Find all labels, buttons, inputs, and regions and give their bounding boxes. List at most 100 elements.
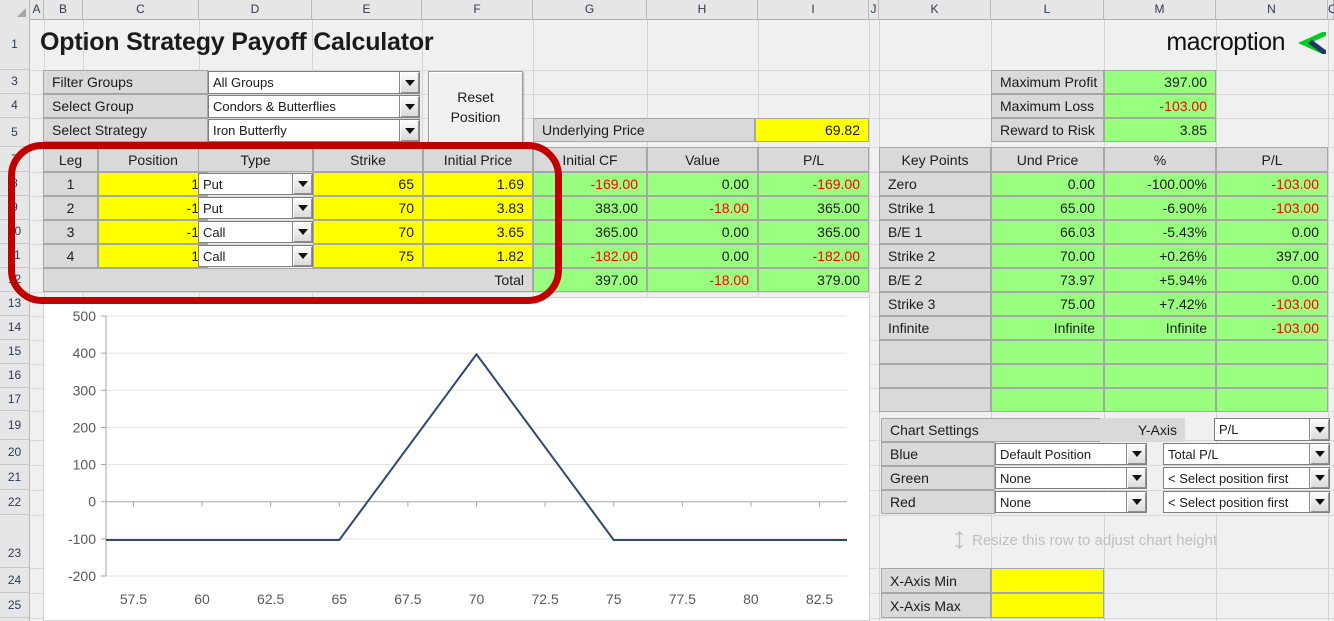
column-header-j[interactable]: J [869, 0, 879, 19]
chart-xtick-label: 72.5 [531, 591, 558, 607]
chevron-down-icon[interactable] [292, 246, 312, 266]
chevron-down-icon[interactable] [1126, 444, 1146, 464]
row-header-16[interactable]: 16 [0, 364, 29, 388]
column-header-e[interactable]: E [312, 0, 422, 19]
row-header-14[interactable]: 14 [0, 316, 29, 340]
row-header-17[interactable]: 17 [0, 388, 29, 411]
series-position-select-2[interactable]: None [995, 491, 1147, 513]
series-color-label-0: Blue [881, 442, 995, 466]
leg-initial-price-input-4[interactable]: 1.82 [423, 244, 533, 268]
series-position-select-0[interactable]: Default Position [995, 443, 1147, 465]
row-header-5[interactable]: 5 [0, 118, 29, 147]
legs-header-0: Leg [43, 147, 98, 172]
column-header-f[interactable]: F [422, 0, 533, 19]
chevron-down-icon[interactable] [1126, 468, 1146, 488]
leg-position-input-3[interactable]: -1 [98, 220, 208, 244]
leg-position-input-4[interactable]: 1 [98, 244, 208, 268]
chevron-down-icon[interactable] [292, 174, 312, 194]
xaxis-min-input[interactable] [991, 568, 1104, 593]
chevron-down-icon[interactable] [292, 222, 312, 242]
chevron-down-icon[interactable] [1126, 492, 1146, 512]
row-header-23[interactable]: 23 [0, 540, 29, 568]
row-header-24[interactable]: 24 [0, 568, 29, 593]
row-header-22[interactable]: 22 [0, 490, 29, 515]
row-header-4[interactable]: 4 [0, 94, 29, 118]
series-metric-select-2[interactable]: < Select position first [1163, 491, 1330, 513]
row-header-12[interactable]: 12 [0, 268, 29, 292]
series-position-select-1[interactable]: None [995, 467, 1147, 489]
filter-groups-select[interactable]: All Groups [208, 71, 420, 94]
resize-vertical-icon [955, 531, 964, 549]
leg-type-select-4[interactable]: Call [198, 245, 313, 267]
select-strategy-select[interactable]: Iron Butterfly [208, 119, 420, 142]
column-header-m[interactable]: M [1104, 0, 1216, 19]
leg-position-input-1[interactable]: 1 [98, 172, 208, 196]
row-header-bar[interactable]: 1 3 4 5 7 8 9 10 11 12 13 14 15 16 17 19 20 21 22 23 24 25 [0, 19, 30, 621]
column-header-h[interactable]: H [647, 0, 758, 19]
row-header-9[interactable]: 9 [0, 196, 29, 220]
series-metric-select-1[interactable]: < Select position first [1163, 467, 1330, 489]
chevron-down-icon[interactable] [399, 96, 419, 117]
column-header-b[interactable]: B [44, 0, 83, 19]
chart-ytick-label: 0 [88, 494, 96, 510]
leg-initial-price-input-1[interactable]: 1.69 [423, 172, 533, 196]
leg-type-select-3[interactable]: Call [198, 221, 313, 243]
reset-position-button[interactable]: Reset Position [428, 71, 523, 143]
row-header-8[interactable]: 8 [0, 172, 29, 196]
xaxis-min-label: X-Axis Min [881, 568, 991, 593]
column-header-i[interactable]: I [758, 0, 869, 19]
row-header-11[interactable]: 11 [0, 244, 29, 268]
select-group-select[interactable]: Condors & Butterflies [208, 95, 420, 118]
leg-strike-input-1[interactable]: 65 [313, 172, 423, 196]
row-header-13[interactable]: 13 [0, 292, 29, 316]
y-axis-select[interactable]: P/L [1214, 418, 1330, 441]
leg-type-select-2[interactable]: Put [198, 197, 313, 219]
row-header-21[interactable]: 21 [0, 465, 29, 490]
resize-row-hint-text: Resize this row to adjust chart height [972, 531, 1218, 549]
key-point-name-8 [879, 364, 991, 388]
column-header-k[interactable]: K [879, 0, 991, 19]
row-header-7[interactable]: 7 [0, 147, 29, 172]
chevron-down-icon[interactable] [1309, 419, 1329, 440]
leg-pl-4: -182.00 [758, 244, 869, 268]
column-header-g[interactable]: G [533, 0, 647, 19]
key-point-und-price-1: 65.00 [991, 196, 1104, 220]
chevron-down-icon[interactable] [1309, 468, 1329, 488]
column-header-l[interactable]: L [991, 0, 1104, 19]
row-header-3[interactable]: 3 [0, 70, 29, 94]
row-header-19[interactable]: 19 [0, 411, 29, 440]
chevron-down-icon[interactable] [1309, 492, 1329, 512]
column-header-a[interactable]: A [30, 0, 44, 19]
column-header-o[interactable]: O [1328, 0, 1334, 19]
chevron-down-icon[interactable] [399, 120, 419, 141]
series-position-select-2-value: None [1000, 494, 1032, 510]
leg-strike-input-3[interactable]: 70 [313, 220, 423, 244]
chart-xtick-label: 62.5 [257, 591, 284, 607]
leg-position-input-2[interactable]: -1 [98, 196, 208, 220]
underlying-price-input[interactable]: 69.82 [755, 118, 869, 142]
chevron-down-icon[interactable] [1309, 444, 1329, 464]
series-metric-select-0[interactable]: Total P/L [1163, 443, 1330, 465]
row-header-15[interactable]: 15 [0, 340, 29, 364]
leg-initial-price-input-2[interactable]: 3.83 [423, 196, 533, 220]
row-header-10[interactable]: 10 [0, 220, 29, 244]
leg-type-select-1[interactable]: Put [198, 173, 313, 195]
resize-row-hint: Resize this row to adjust chart height [953, 531, 1217, 549]
leg-initial-price-input-3[interactable]: 3.65 [423, 220, 533, 244]
payoff-chart: 500 400 300 200 100 0 -100 -200 57.5 60 62.5 65 67.5… [43, 297, 870, 621]
column-header-d[interactable]: D [199, 0, 312, 19]
chevron-down-icon[interactable] [292, 198, 312, 218]
row-header-25[interactable]: 25 [0, 593, 29, 618]
column-header-c[interactable]: C [83, 0, 199, 19]
column-header-n[interactable]: N [1216, 0, 1328, 19]
key-point-pl-7 [1216, 340, 1328, 364]
summary-value-0: 397.00 [1104, 70, 1216, 94]
leg-strike-input-4[interactable]: 75 [313, 244, 423, 268]
select-all-corner[interactable] [0, 0, 30, 19]
chevron-down-icon[interactable] [399, 72, 419, 93]
leg-strike-input-2[interactable]: 70 [313, 196, 423, 220]
xaxis-max-input[interactable] [991, 593, 1104, 618]
row-header-20[interactable]: 20 [0, 440, 29, 465]
row-header-1[interactable]: 1 [0, 19, 29, 70]
column-header-bar[interactable]: ABCDEFGHIJKLMNO [0, 0, 1334, 20]
